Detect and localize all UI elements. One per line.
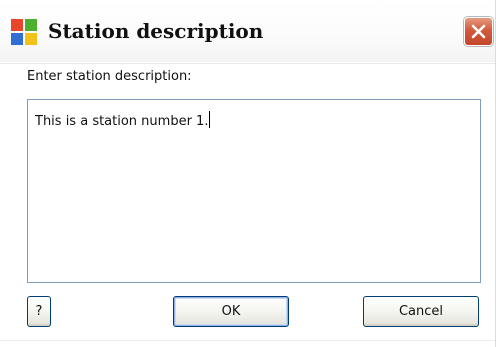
- description-value: This is a station number 1.: [35, 114, 209, 129]
- close-button[interactable]: [464, 17, 493, 46]
- prompt-label: Enter station description:: [27, 69, 192, 84]
- description-textarea[interactable]: This is a station number 1.: [27, 99, 481, 283]
- window-title: Station description: [48, 19, 264, 43]
- title-separator: [0, 63, 495, 64]
- cancel-button-label: Cancel: [398, 304, 444, 319]
- close-icon: [470, 23, 487, 40]
- cancel-button[interactable]: Cancel: [363, 296, 479, 327]
- bottom-separator: [0, 340, 495, 341]
- help-button-label: ?: [35, 304, 43, 319]
- station-description-dialog: Station description Enter station descri…: [0, 0, 496, 347]
- text-caret: [209, 111, 211, 128]
- description-text: This is a station number 1.: [35, 111, 211, 129]
- help-button[interactable]: ?: [27, 296, 51, 327]
- app-icon: [10, 18, 38, 46]
- ok-button-label: OK: [221, 304, 241, 319]
- ok-button[interactable]: OK: [173, 296, 289, 327]
- title-bar[interactable]: Station description: [0, 0, 495, 62]
